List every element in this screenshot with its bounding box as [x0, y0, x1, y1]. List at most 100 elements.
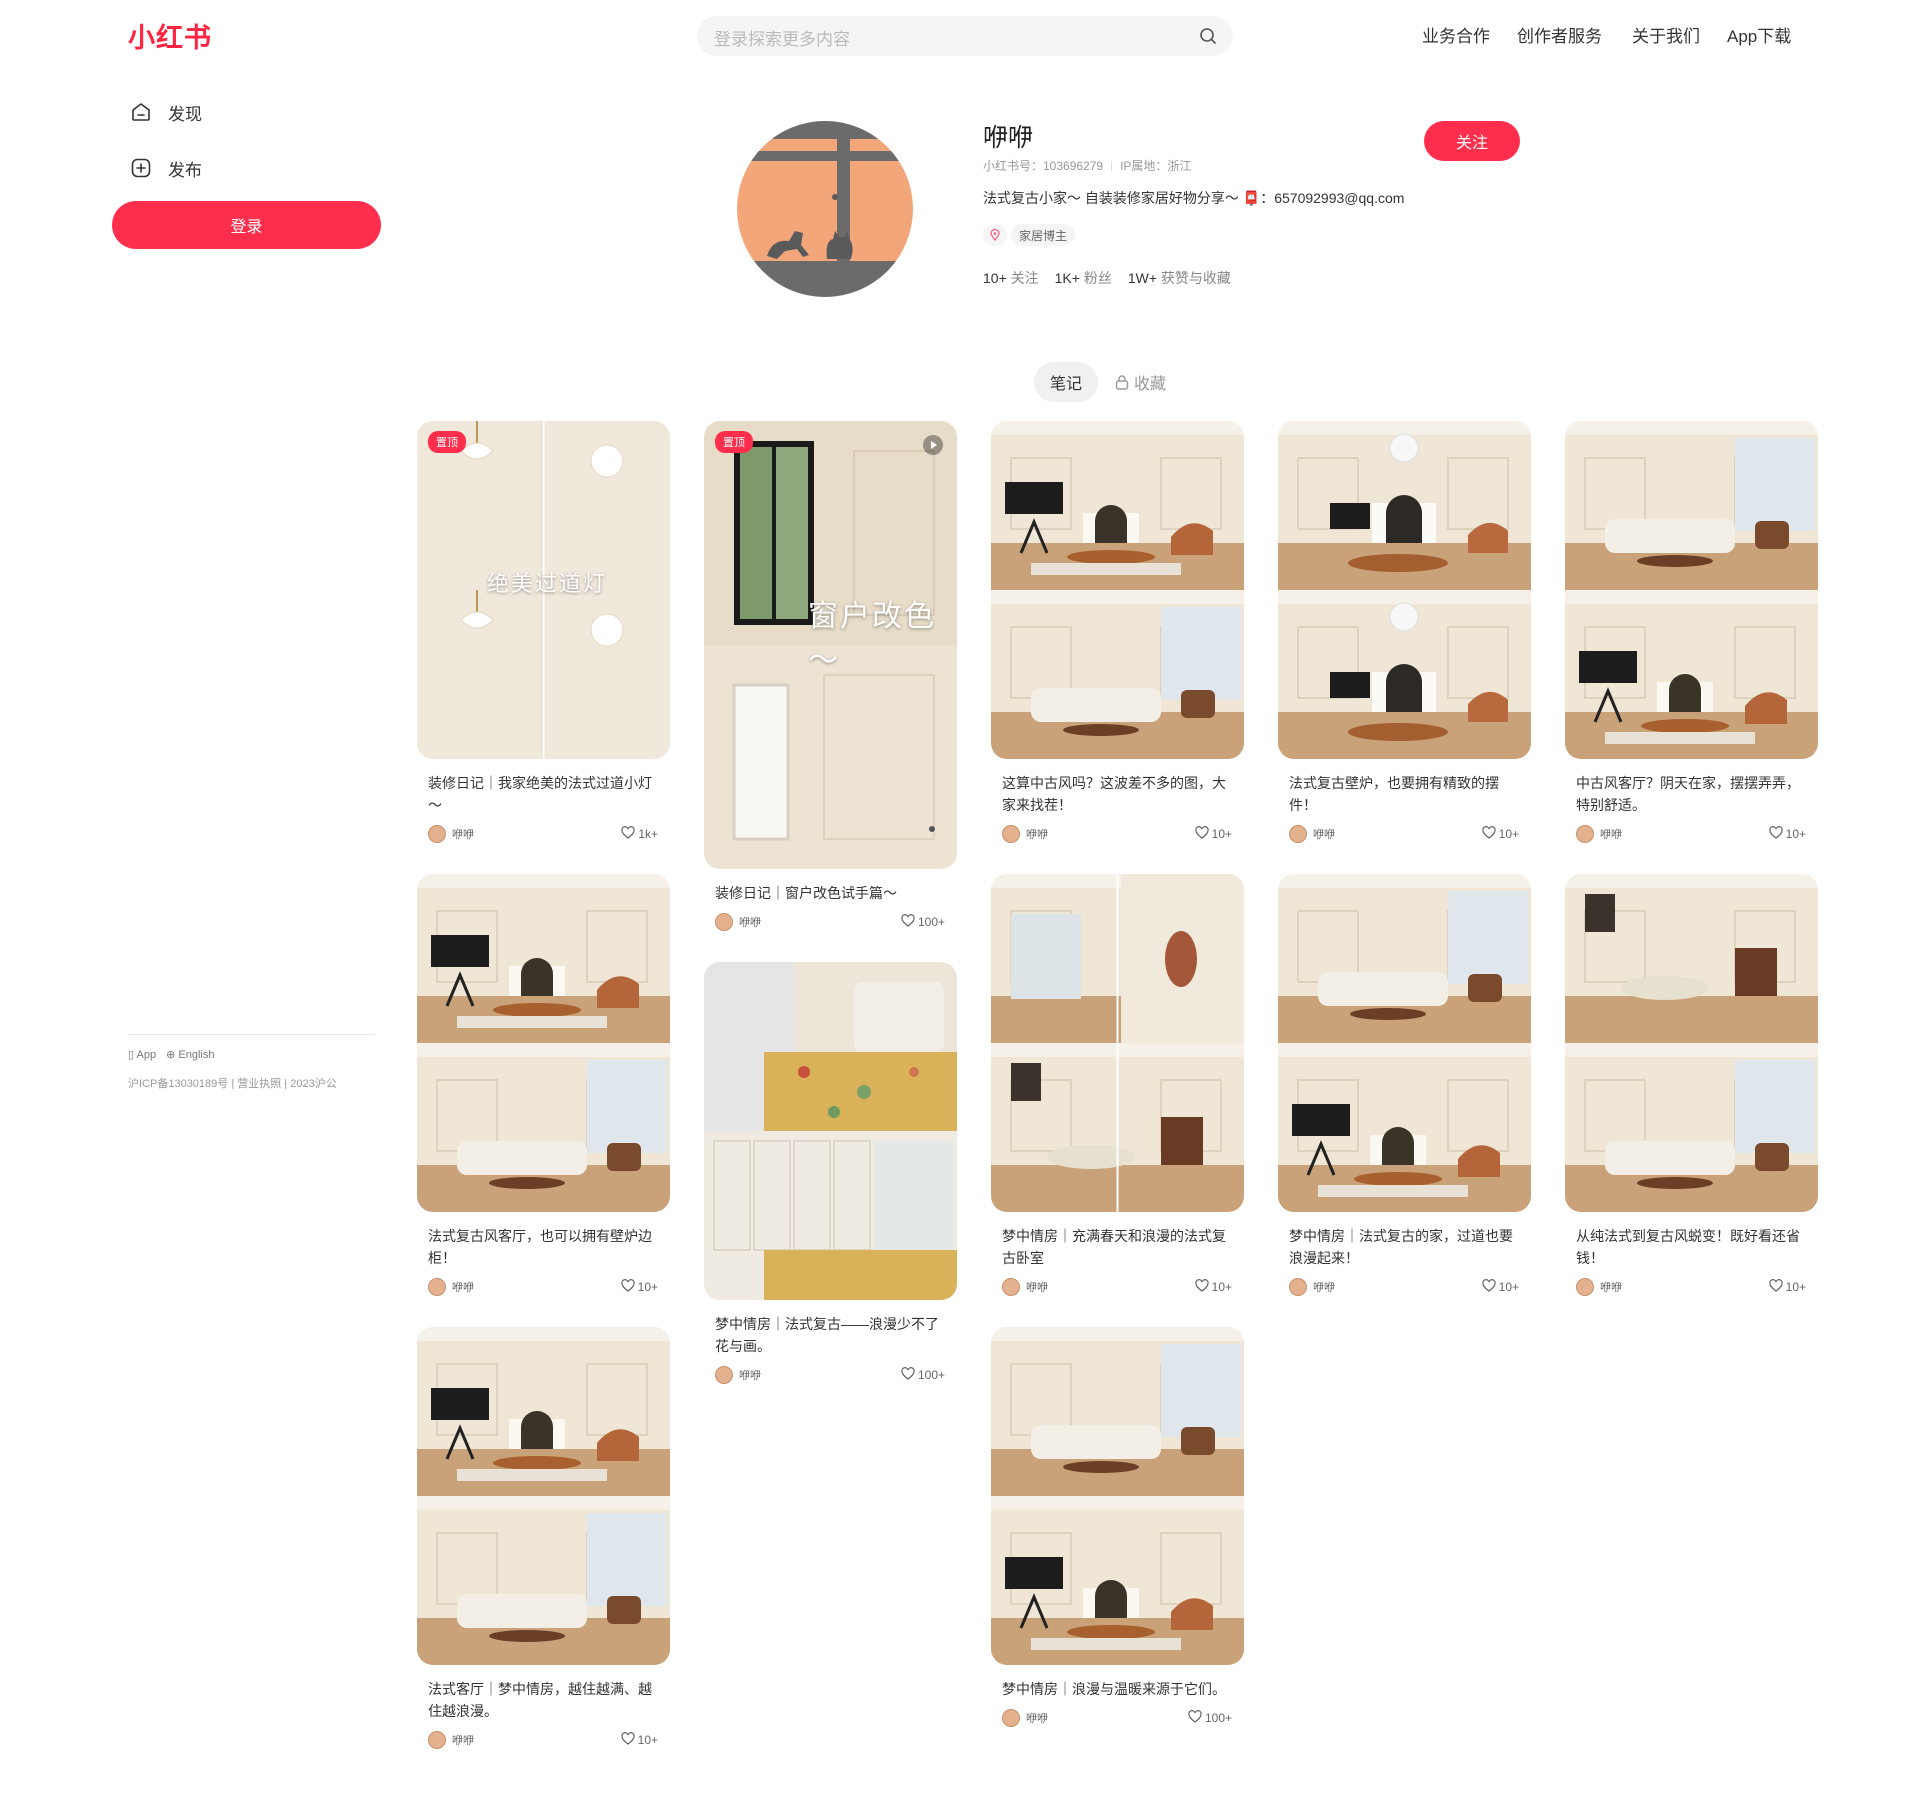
- note-card[interactable]: 法式复古壁炉，也要拥有精致的摆件！ 咿咿 10+: [1278, 421, 1531, 844]
- note-author[interactable]: 咿咿: [1002, 1709, 1048, 1727]
- note-cover[interactable]: [417, 874, 670, 1212]
- like-button[interactable]: 100+: [901, 1367, 945, 1383]
- stat-likes-collects[interactable]: 1W+ 获赞与收藏: [1128, 268, 1231, 288]
- author-avatar: [428, 1278, 446, 1296]
- note-author[interactable]: 咿咿: [1289, 825, 1335, 843]
- note-card[interactable]: 绝美过道灯 置顶装修日记｜我家绝美的法式过道小灯～ 咿咿 1k+: [417, 421, 670, 844]
- heart-icon: [1188, 1710, 1202, 1726]
- search-icon[interactable]: [1199, 27, 1217, 45]
- nav-creator[interactable]: 创作者服务: [1517, 22, 1602, 47]
- note-author[interactable]: 咿咿: [428, 825, 474, 843]
- note-title[interactable]: 装修日记｜窗户改色试手篇～: [715, 882, 945, 904]
- note-cover[interactable]: [1565, 421, 1818, 759]
- sidebar-item-discover[interactable]: 发现: [128, 90, 384, 134]
- note-footer: 咿咿 10+: [428, 1277, 658, 1297]
- note-card[interactable]: 梦中情房｜充满春天和浪漫的法式复古卧室咿咿 10+: [991, 874, 1244, 1297]
- note-card[interactable]: 梦中情房｜浪漫与温暖来源于它们。咿咿 100+: [991, 1327, 1244, 1728]
- like-button[interactable]: 1k+: [621, 826, 658, 842]
- note-cover[interactable]: [991, 874, 1244, 1212]
- note-footer: 咿咿 10+: [1289, 824, 1519, 844]
- note-card[interactable]: 中古风客厅？阴天在家，摆摆弄弄，特别舒适。咿咿 10+: [1565, 421, 1818, 844]
- profile-id-row: 小红书号：103696279 IP属地：浙江: [983, 157, 1191, 174]
- note-author[interactable]: 咿咿: [428, 1278, 474, 1296]
- note-title[interactable]: 这算中古风吗？这波差不多的图，大家来找茬！: [1002, 772, 1232, 816]
- follow-button[interactable]: 关注: [1424, 121, 1520, 161]
- note-title[interactable]: 法式客厅｜梦中情房，越住越满、越住越浪漫。: [428, 1678, 658, 1722]
- like-button[interactable]: 10+: [1195, 826, 1232, 842]
- like-button[interactable]: 100+: [901, 914, 945, 930]
- note-author[interactable]: 咿咿: [1002, 825, 1048, 843]
- note-title[interactable]: 梦中情房｜浪漫与温暖来源于它们。: [1002, 1678, 1232, 1700]
- like-button[interactable]: 10+: [1195, 1279, 1232, 1295]
- profile-bio: 法式复古小家～ 自装装修家居好物分享～ 📮：657092993@qq.com: [983, 190, 1405, 206]
- note-title[interactable]: 梦中情房｜法式复古——浪漫少不了花与画。: [715, 1313, 945, 1357]
- tab-collect[interactable]: 收藏: [1115, 362, 1166, 402]
- note-title[interactable]: 梦中情房｜法式复古的家，过道也要浪漫起来！: [1289, 1225, 1519, 1269]
- note-author[interactable]: 咿咿: [1576, 1278, 1622, 1296]
- note-cover[interactable]: 绝美过道灯 置顶: [417, 421, 670, 759]
- note-title[interactable]: 法式复古风客厅，也可以拥有壁炉边柜！: [428, 1225, 658, 1269]
- search-bar[interactable]: 登录探索更多内容: [697, 16, 1233, 56]
- like-button[interactable]: 10+: [621, 1279, 658, 1295]
- note-author[interactable]: 咿咿: [1289, 1278, 1335, 1296]
- note-cover[interactable]: [991, 1327, 1244, 1665]
- note-author[interactable]: 咿咿: [428, 1731, 474, 1749]
- like-button[interactable]: 10+: [1769, 1279, 1806, 1295]
- heart-icon: [1195, 1279, 1209, 1295]
- note-card[interactable]: 梦中情房｜法式复古——浪漫少不了花与画。咿咿 100+: [704, 962, 957, 1385]
- profile-avatar: [737, 121, 913, 297]
- author-name: 咿咿: [1026, 829, 1048, 841]
- note-cover[interactable]: [991, 421, 1244, 759]
- like-button[interactable]: 10+: [621, 1732, 658, 1748]
- note-cover[interactable]: [1278, 421, 1531, 759]
- note-cover[interactable]: 窗户改色～ 置顶: [704, 421, 957, 869]
- nav-about[interactable]: 关于我们: [1632, 22, 1700, 47]
- note-card[interactable]: 梦中情房｜法式复古的家，过道也要浪漫起来！ 咿咿 10+: [1278, 874, 1531, 1297]
- note-title[interactable]: 从纯法式到复古风蜕变！既好看还省钱！: [1576, 1225, 1806, 1269]
- like-button[interactable]: 10+: [1482, 826, 1519, 842]
- note-card[interactable]: 法式复古风客厅，也可以拥有壁炉边柜！ 咿咿 10+: [417, 874, 670, 1297]
- like-count: 10+: [1498, 827, 1519, 841]
- note-cover[interactable]: [1565, 874, 1818, 1212]
- note-cover[interactable]: [1278, 874, 1531, 1212]
- heart-icon: [1769, 1279, 1783, 1295]
- stat-following[interactable]: 10+ 关注: [983, 268, 1039, 288]
- author-name: 咿咿: [739, 1370, 761, 1382]
- author-avatar: [1576, 1278, 1594, 1296]
- note-cover[interactable]: [417, 1327, 670, 1665]
- note-author[interactable]: 咿咿: [1002, 1278, 1048, 1296]
- note-author[interactable]: 咿咿: [715, 913, 761, 931]
- note-title[interactable]: 梦中情房｜充满春天和浪漫的法式复古卧室: [1002, 1225, 1232, 1269]
- tab-notes[interactable]: 笔记: [1034, 362, 1098, 402]
- note-cover[interactable]: [704, 962, 957, 1300]
- language-link[interactable]: ⊕ English: [166, 1048, 214, 1061]
- like-count: 100+: [917, 1368, 945, 1382]
- note-card[interactable]: 这算中古风吗？这波差不多的图，大家来找茬！ 咿咿 10+: [991, 421, 1244, 844]
- note-card[interactable]: 从纯法式到复古风蜕变！既好看还省钱！ 咿咿 10+: [1565, 874, 1818, 1297]
- note-title[interactable]: 装修日记｜我家绝美的法式过道小灯～: [428, 772, 658, 816]
- like-button[interactable]: 100+: [1188, 1710, 1232, 1726]
- profile-stats: 10+ 关注 1K+ 粉丝 1W+ 获赞与收藏: [983, 268, 1231, 288]
- login-button[interactable]: 登录: [112, 201, 381, 249]
- like-button[interactable]: 10+: [1769, 826, 1806, 842]
- nav-app-download[interactable]: App下载: [1727, 22, 1791, 47]
- sidebar-footer-links: ▯ App ⊕ English: [128, 1048, 214, 1061]
- author-name: 咿咿: [1600, 829, 1622, 841]
- note-author[interactable]: 咿咿: [1576, 825, 1622, 843]
- note-card[interactable]: 法式客厅｜梦中情房，越住越满、越住越浪漫。咿咿 10+: [417, 1327, 670, 1750]
- note-title[interactable]: 中古风客厅？阴天在家，摆摆弄弄，特别舒适。: [1576, 772, 1806, 816]
- author-avatar: [1002, 1709, 1020, 1727]
- like-button[interactable]: 10+: [1482, 1279, 1519, 1295]
- note-card[interactable]: 窗户改色～ 置顶装修日记｜窗户改色试手篇～ 咿咿 100+: [704, 421, 957, 932]
- stat-fans[interactable]: 1K+ 粉丝: [1055, 268, 1112, 288]
- pinned-badge: 置顶: [715, 431, 753, 453]
- sidebar-item-publish[interactable]: 发布: [128, 146, 384, 190]
- logo[interactable]: 小红书: [128, 16, 212, 55]
- note-footer: 咿咿 10+: [428, 1730, 658, 1750]
- author-avatar: [1002, 825, 1020, 843]
- app-link[interactable]: ▯ App: [128, 1048, 156, 1061]
- location-icon: [983, 224, 1007, 246]
- note-author[interactable]: 咿咿: [715, 1366, 761, 1384]
- note-title[interactable]: 法式复古壁炉，也要拥有精致的摆件！: [1289, 772, 1519, 816]
- nav-business[interactable]: 业务合作: [1422, 22, 1490, 47]
